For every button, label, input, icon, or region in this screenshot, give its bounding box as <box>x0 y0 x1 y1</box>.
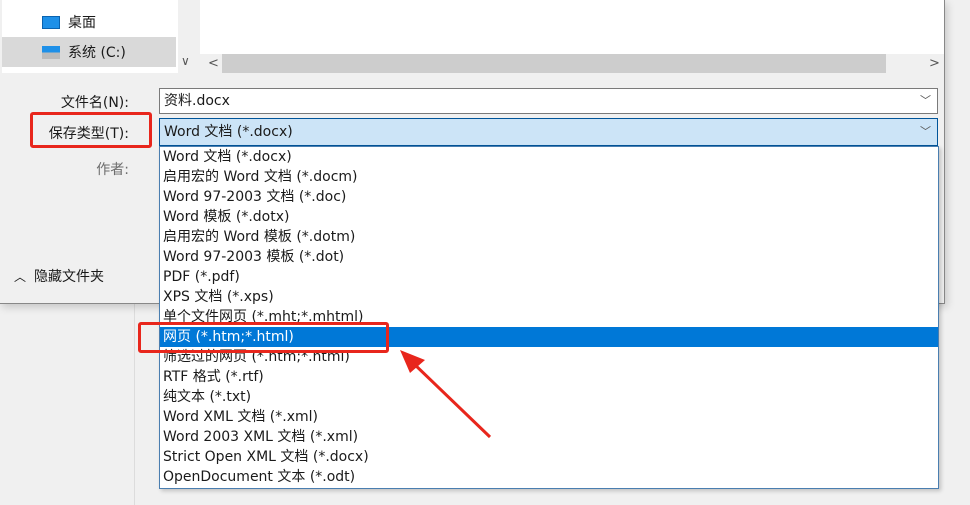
annotation-arrow <box>400 350 492 439</box>
